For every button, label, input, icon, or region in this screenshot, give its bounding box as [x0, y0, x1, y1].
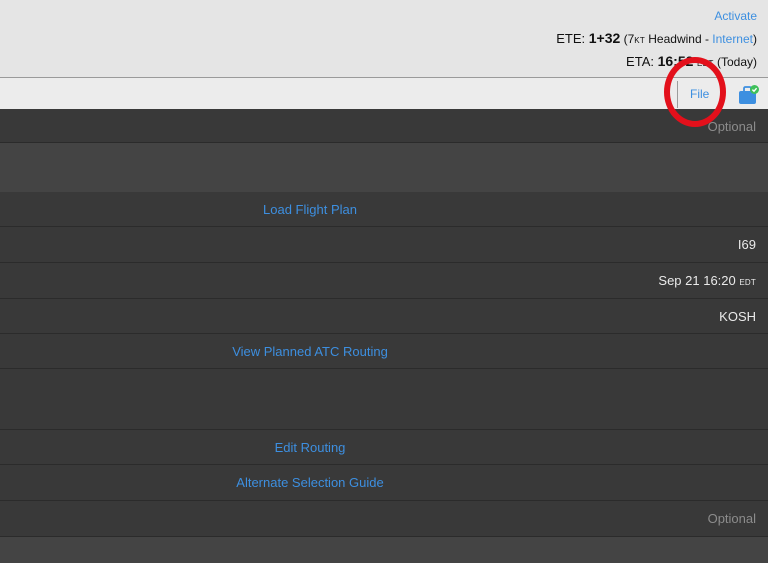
row-departure[interactable]: I69 [0, 227, 768, 263]
row-optional-bottom[interactable]: Optional [0, 501, 768, 537]
row-alternate-guide[interactable]: Alternate Selection Guide [0, 465, 768, 501]
eta-value: 16:52 [657, 53, 694, 69]
eta-label: ETA: [626, 54, 658, 69]
row-route-display[interactable] [0, 369, 768, 430]
departure-timezone: EDT [739, 278, 756, 287]
ete-wind: Headwind - [644, 32, 713, 46]
departure-time-readout: Sep 21 16:20 EDT [658, 273, 756, 288]
internet-link[interactable]: Internet [712, 32, 753, 46]
departure-value: I69 [737, 237, 756, 252]
eta-readout: ETA: 16:52 EDT (Today) [626, 53, 757, 69]
optional-placeholder: Optional [707, 119, 756, 134]
header-bar: Activate ETE: 1+32 (7KT Headwind - Inter… [0, 0, 768, 77]
briefcase-check-icon[interactable] [738, 84, 760, 106]
section-gap-bottom [0, 537, 768, 563]
file-button[interactable]: File [690, 87, 709, 101]
section-gap [0, 143, 768, 192]
row-load-flight-plan[interactable]: Load Flight Plan [0, 192, 768, 227]
ete-value: 1+32 [588, 30, 621, 46]
edit-routing-link[interactable]: Edit Routing [0, 440, 620, 455]
toolbar: File [0, 78, 768, 109]
view-atc-routing-link[interactable]: View Planned ATC Routing [0, 344, 620, 359]
row-optional-top[interactable]: Optional [0, 109, 768, 143]
alternate-selection-guide-link[interactable]: Alternate Selection Guide [0, 475, 620, 490]
load-flight-plan-link[interactable]: Load Flight Plan [0, 202, 620, 217]
row-view-atc-routing[interactable]: View Planned ATC Routing [0, 334, 768, 369]
ete-close: ) [753, 32, 757, 46]
eta-timezone: EDT [697, 59, 714, 68]
optional-placeholder-bottom: Optional [707, 511, 756, 526]
row-departure-time[interactable]: Sep 21 16:20 EDT [0, 263, 768, 299]
eta-suffix: (Today) [713, 55, 757, 69]
toolbar-separator [677, 81, 678, 108]
ete-readout: ETE: 1+32 (7KT Headwind - Internet) [556, 30, 757, 46]
departure-time-value: Sep 21 16:20 [658, 273, 736, 288]
row-destination[interactable]: KOSH [0, 299, 768, 334]
row-edit-routing[interactable]: Edit Routing [0, 430, 768, 465]
ete-open: (7 [620, 32, 635, 46]
activate-link[interactable]: Activate [714, 9, 757, 23]
destination-value: KOSH [719, 309, 756, 324]
ete-label: ETE: [556, 31, 589, 46]
ete-unit: KT [634, 36, 645, 45]
